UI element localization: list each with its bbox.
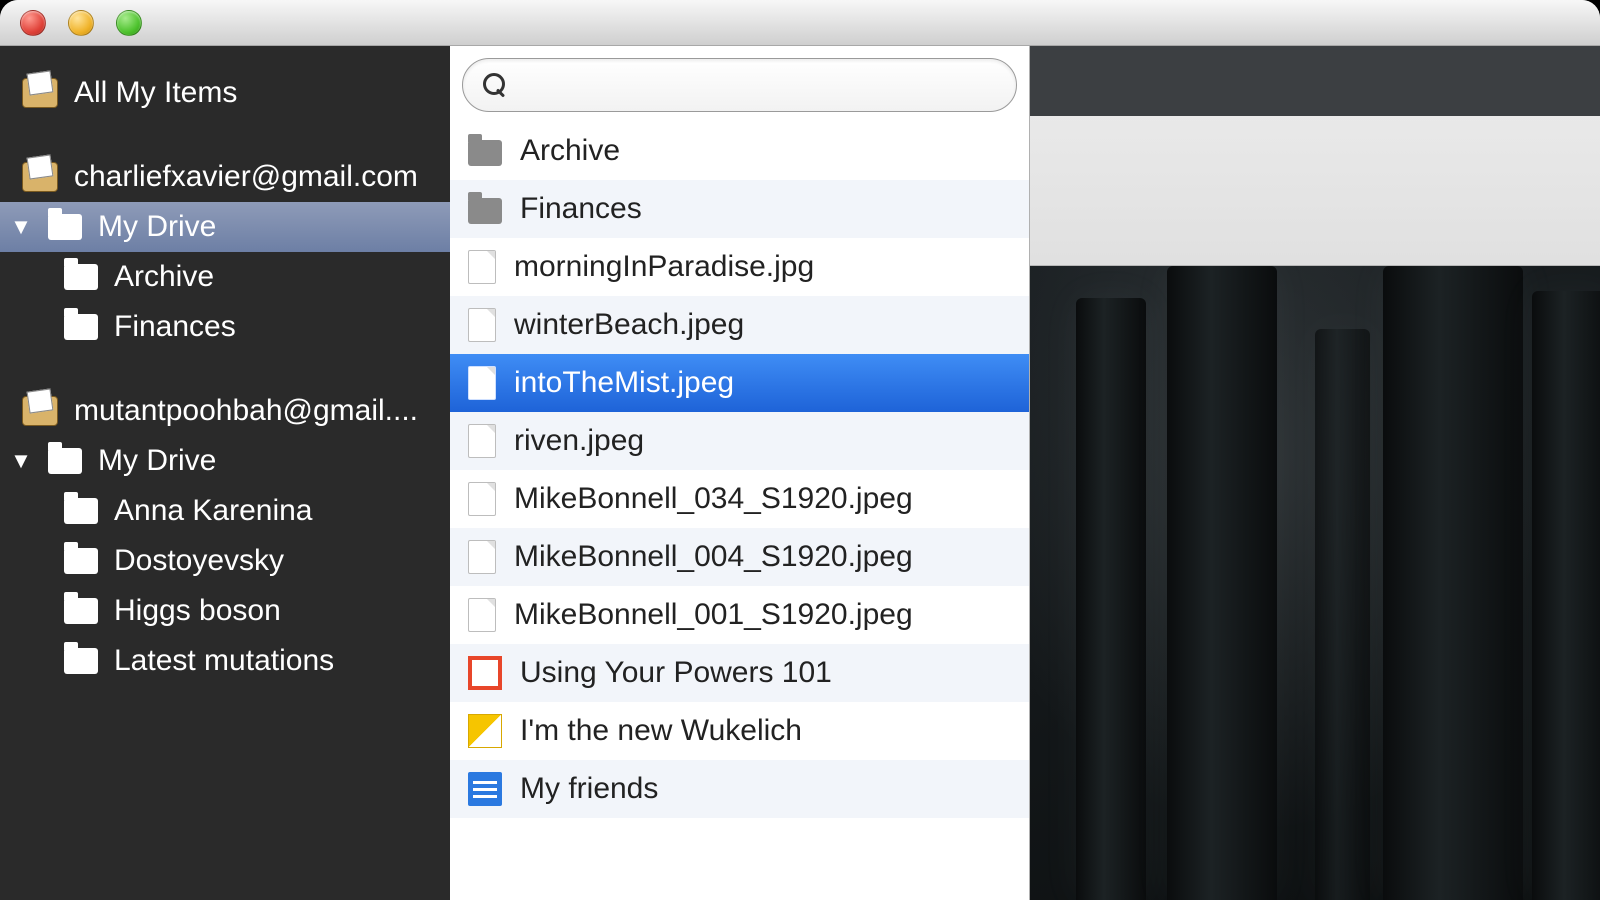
sidebar-account-1[interactable]: mutantpoohbah@gmail.... [0, 386, 450, 436]
preview-toolbar [1030, 46, 1600, 266]
file-icon [468, 598, 496, 632]
file-row[interactable]: My friends [450, 760, 1029, 818]
folder-icon [64, 548, 98, 574]
file-row-label: My friends [520, 772, 658, 806]
file-row[interactable]: MikeBonnell_001_S1920.jpeg [450, 586, 1029, 644]
window-minimize-button[interactable] [68, 10, 94, 36]
folder-icon [48, 448, 82, 474]
file-icon [468, 366, 496, 400]
folder-icon [468, 198, 502, 224]
file-row[interactable]: winterBeach.jpeg [450, 296, 1029, 354]
folder-icon [64, 598, 98, 624]
file-row-label: riven.jpeg [514, 424, 644, 458]
gdoc-icon [468, 772, 502, 806]
box-icon [22, 396, 58, 426]
file-row-label: Finances [520, 192, 642, 226]
file-row-label: Archive [520, 134, 620, 168]
sidebar-account-1-folder-3[interactable]: Latest mutations [0, 636, 450, 686]
sidebar-folder-label: Archive [114, 260, 428, 294]
sidebar-account-0-drive[interactable]: ▼ My Drive [0, 202, 450, 252]
sidebar-account-1-folder-2[interactable]: Higgs boson [0, 586, 450, 636]
window-zoom-button[interactable] [116, 10, 142, 36]
sidebar-all-items-label: All My Items [74, 76, 428, 110]
folder-icon [64, 264, 98, 290]
sidebar-folder-label: Finances [114, 310, 428, 344]
file-icon [468, 424, 496, 458]
file-icon [468, 250, 496, 284]
disclosure-triangle-icon[interactable]: ▼ [10, 214, 32, 240]
file-row-label: morningInParadise.jpg [514, 250, 814, 284]
file-row-label: winterBeach.jpeg [514, 308, 744, 342]
file-row[interactable]: riven.jpeg [450, 412, 1029, 470]
file-row-label: MikeBonnell_004_S1920.jpeg [514, 540, 913, 574]
search-field[interactable] [462, 58, 1017, 112]
app-window: All My Items charliefxavier@gmail.com ▼ … [0, 0, 1600, 900]
sidebar-account-0-drive-label: My Drive [98, 210, 428, 244]
file-row[interactable]: morningInParadise.jpg [450, 238, 1029, 296]
file-row[interactable]: MikeBonnell_034_S1920.jpeg [450, 470, 1029, 528]
preview-image [1030, 266, 1600, 900]
window-titlebar [0, 0, 1600, 46]
search-bar-container [450, 46, 1029, 122]
search-icon [483, 73, 507, 97]
file-icon [468, 482, 496, 516]
file-row-label: MikeBonnell_001_S1920.jpeg [514, 598, 913, 632]
drawing-icon [468, 714, 502, 748]
file-list: Archive Finances morningInParadise.jpg wint… [450, 122, 1029, 900]
file-list-pane: Archive Finances morningInParadise.jpg wint… [450, 46, 1030, 900]
sidebar-account-1-email: mutantpoohbah@gmail.... [74, 394, 428, 428]
file-row[interactable]: Archive [450, 122, 1029, 180]
preview-pane [1030, 46, 1600, 900]
sidebar-account-1-folder-1[interactable]: Dostoyevsky [0, 536, 450, 586]
file-row-label: I'm the new Wukelich [520, 714, 802, 748]
file-icon [468, 308, 496, 342]
sidebar-account-0-folder-0[interactable]: Archive [0, 252, 450, 302]
box-icon [22, 78, 58, 108]
file-row[interactable]: Finances [450, 180, 1029, 238]
sidebar-folder-label: Dostoyevsky [114, 544, 428, 578]
sidebar-account-0-email: charliefxavier@gmail.com [74, 160, 428, 194]
search-input[interactable] [519, 70, 996, 101]
sidebar-account-1-drive[interactable]: ▼ My Drive [0, 436, 450, 486]
box-icon [22, 162, 58, 192]
window-body: All My Items charliefxavier@gmail.com ▼ … [0, 46, 1600, 900]
file-row-label: MikeBonnell_034_S1920.jpeg [514, 482, 913, 516]
sidebar-folder-label: Anna Karenina [114, 494, 428, 528]
slides-icon [468, 656, 502, 690]
file-icon [468, 540, 496, 574]
folder-icon [64, 648, 98, 674]
window-close-button[interactable] [20, 10, 46, 36]
sidebar-folder-label: Latest mutations [114, 644, 428, 678]
folder-icon [468, 140, 502, 166]
sidebar-account-0-folder-1[interactable]: Finances [0, 302, 450, 352]
preview-toolbar-strip [1030, 46, 1600, 116]
file-row-label: Using Your Powers 101 [520, 656, 832, 690]
folder-icon [48, 214, 82, 240]
disclosure-triangle-icon[interactable]: ▼ [10, 448, 32, 474]
sidebar-all-items[interactable]: All My Items [0, 68, 450, 118]
file-row[interactable]: MikeBonnell_004_S1920.jpeg [450, 528, 1029, 586]
sidebar-account-1-folder-0[interactable]: Anna Karenina [0, 486, 450, 536]
folder-icon [64, 498, 98, 524]
file-row[interactable]: intoTheMist.jpeg [450, 354, 1029, 412]
sidebar-folder-label: Higgs boson [114, 594, 428, 628]
sidebar: All My Items charliefxavier@gmail.com ▼ … [0, 46, 450, 900]
file-row[interactable]: I'm the new Wukelich [450, 702, 1029, 760]
file-row-label: intoTheMist.jpeg [514, 366, 734, 400]
sidebar-account-0[interactable]: charliefxavier@gmail.com [0, 152, 450, 202]
file-row[interactable]: Using Your Powers 101 [450, 644, 1029, 702]
folder-icon [64, 314, 98, 340]
sidebar-account-1-drive-label: My Drive [98, 444, 428, 478]
